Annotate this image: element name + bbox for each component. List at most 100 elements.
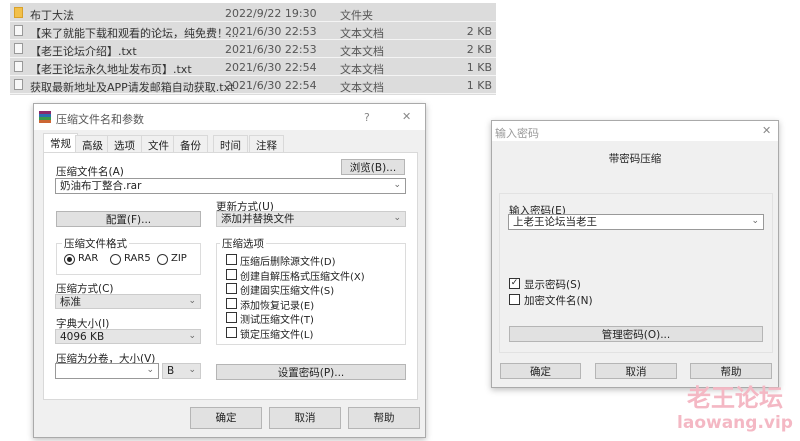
profiles-button[interactable]: 配置(F)...: [56, 211, 201, 227]
file-size: 2 KB: [466, 25, 492, 38]
file-type: 文件夹: [340, 9, 373, 22]
title-bar: 压缩文件名和参数 ? ✕: [34, 104, 425, 130]
dialog-title: 压缩文件名和参数: [56, 113, 144, 126]
chevron-down-icon: ⌄: [188, 331, 196, 341]
option-checkbox[interactable]: [226, 312, 237, 324]
option-checkbox[interactable]: [226, 327, 237, 338]
chevron-down-icon: ⌄: [188, 365, 196, 375]
folder-icon: [14, 7, 23, 18]
format-label: 压缩文件格式: [62, 236, 129, 251]
file-name: 布丁大法: [30, 9, 74, 22]
tab-2[interactable]: 选项: [107, 135, 142, 152]
file-row[interactable]: 【来了就能下载和观看的论坛，纯免费！... 2021/6/30 22:53 文本…: [10, 23, 496, 40]
option-label: 添加恢复记录(E): [240, 300, 315, 312]
file-row[interactable]: 【老王论坛永久地址发布页】.txt 2021/6/30 22:54 文本文档 1…: [10, 59, 496, 76]
file-list: 布丁大法 2022/9/22 19:30 文件夹 【来了就能下载和观看的论坛，纯…: [10, 3, 496, 95]
file-size: 2 KB: [466, 43, 492, 56]
ok-button[interactable]: 确定: [190, 407, 262, 429]
dialog-heading: 带密码压缩: [608, 153, 662, 165]
tab-6[interactable]: 注释: [249, 135, 284, 152]
option-label: 创建自解压格式压缩文件(X): [240, 271, 365, 283]
option-label: 压缩后删除源文件(D): [240, 257, 336, 268]
watermark: 老王论坛 laowang.vip: [676, 384, 794, 434]
watermark-url: laowang.vip: [677, 413, 793, 433]
file-date: 2022/9/22 19:30: [225, 7, 317, 20]
show-password-checkbox[interactable]: ✓: [509, 278, 520, 289]
format-radio-rar5[interactable]: [110, 254, 121, 265]
option-label: 测试压缩文件(T): [240, 315, 314, 327]
file-name: 获取最新地址及APP请发邮箱自动获取.txt: [30, 81, 235, 94]
option-checkbox[interactable]: [226, 297, 237, 309]
file-row[interactable]: 获取最新地址及APP请发邮箱自动获取.txt 2021/6/30 22:54 文…: [10, 77, 496, 94]
chevron-down-icon: ⌄: [188, 296, 196, 306]
ok-button[interactable]: 确定: [500, 363, 581, 379]
dialog-title: 输入密码: [495, 127, 539, 140]
dictionary-select[interactable]: 4096 KB ⌄: [55, 329, 201, 344]
password-dialog: 输入密码 ✕ 带密码压缩 输入密码(E) 上老王论坛当老王 ⌄ ✓ 显示密码(S)…: [491, 120, 779, 388]
update-mode-value: 添加并替换文件: [221, 213, 295, 225]
file-name: 【老王论坛永久地址发布页】.txt: [30, 63, 192, 76]
option-label: 锁定压缩文件(L): [240, 330, 314, 341]
set-password-button[interactable]: 设置密码(P)...: [216, 364, 406, 380]
text-file-icon: [14, 43, 23, 54]
method-value: 标准: [60, 296, 81, 308]
text-file-icon: [14, 61, 23, 72]
password-input[interactable]: 上老王论坛当老王 ⌄: [508, 214, 764, 230]
file-date: 2021/6/30 22:54: [225, 61, 317, 74]
options-label: 压缩选项: [220, 236, 266, 251]
update-mode-select[interactable]: 添加并替换文件 ⌄: [216, 211, 406, 227]
option-checkbox[interactable]: [226, 268, 237, 280]
text-file-icon: [14, 79, 23, 90]
archive-name-label: 压缩文件名(A): [56, 166, 124, 178]
format-label-rar: RAR: [78, 253, 99, 264]
tab-1[interactable]: 高级: [75, 135, 110, 152]
tab-4[interactable]: 备份: [173, 135, 208, 152]
split-size-input[interactable]: ⌄: [55, 363, 159, 379]
method-select[interactable]: 标准 ⌄: [55, 294, 201, 309]
file-date: 2021/6/30 22:53: [225, 43, 317, 56]
option-label: 创建固实压缩文件(S): [240, 286, 335, 298]
file-type: 文本文档: [340, 81, 384, 94]
close-icon[interactable]: ✕: [762, 124, 771, 137]
encrypt-names-checkbox[interactable]: [509, 294, 520, 305]
file-type: 文本文档: [340, 45, 384, 58]
option-checkbox[interactable]: [226, 283, 237, 295]
tab-0[interactable]: 常规: [43, 133, 78, 152]
tab-5[interactable]: 时间: [213, 135, 248, 152]
file-row[interactable]: 【老王论坛介绍】.txt 2021/6/30 22:53 文本文档 2 KB: [10, 41, 496, 58]
browse-button[interactable]: 浏览(B)...: [341, 159, 405, 175]
show-password-label: 显示密码(S): [524, 279, 581, 291]
close-icon[interactable]: ✕: [402, 110, 411, 123]
file-name: 【来了就能下载和观看的论坛，纯免费！...: [30, 27, 239, 40]
format-label-zip: ZIP: [171, 253, 187, 264]
tab-3[interactable]: 文件: [141, 135, 176, 152]
archive-name-value: 奶油布丁整合.rar: [60, 180, 142, 192]
option-checkbox[interactable]: [226, 254, 237, 265]
chevron-down-icon[interactable]: ⌄: [146, 364, 154, 377]
help-button[interactable]: 帮助: [348, 407, 420, 429]
help-button[interactable]: 帮助: [690, 363, 772, 379]
organize-passwords-button[interactable]: 管理密码(O)...: [509, 326, 763, 342]
format-radio-rar[interactable]: [64, 254, 75, 265]
file-date: 2021/6/30 22:54: [225, 79, 317, 92]
dictionary-value: 4096 KB: [60, 331, 105, 343]
file-size: 1 KB: [466, 61, 492, 74]
text-file-icon: [14, 25, 23, 36]
split-unit-select[interactable]: B ⌄: [162, 363, 201, 379]
help-icon[interactable]: ?: [364, 111, 370, 124]
chevron-down-icon[interactable]: ⌄: [751, 215, 759, 228]
cancel-button[interactable]: 取消: [595, 363, 677, 379]
format-radio-zip[interactable]: [157, 254, 168, 265]
file-type: 文本文档: [340, 63, 384, 76]
split-unit-value: B: [167, 365, 175, 377]
chevron-down-icon: ⌄: [393, 213, 401, 223]
archive-name-input[interactable]: 奶油布丁整合.rar ⌄: [55, 178, 406, 194]
winrar-icon: [39, 111, 51, 123]
chevron-down-icon[interactable]: ⌄: [393, 179, 401, 192]
file-date: 2021/6/30 22:53: [225, 25, 317, 38]
encrypt-names-label: 加密文件名(N): [524, 295, 593, 307]
file-row[interactable]: 布丁大法 2022/9/22 19:30 文件夹: [10, 5, 496, 22]
format-label-rar5: RAR5: [124, 253, 151, 264]
password-value: 上老王论坛当老王: [513, 216, 597, 228]
cancel-button[interactable]: 取消: [269, 407, 341, 429]
